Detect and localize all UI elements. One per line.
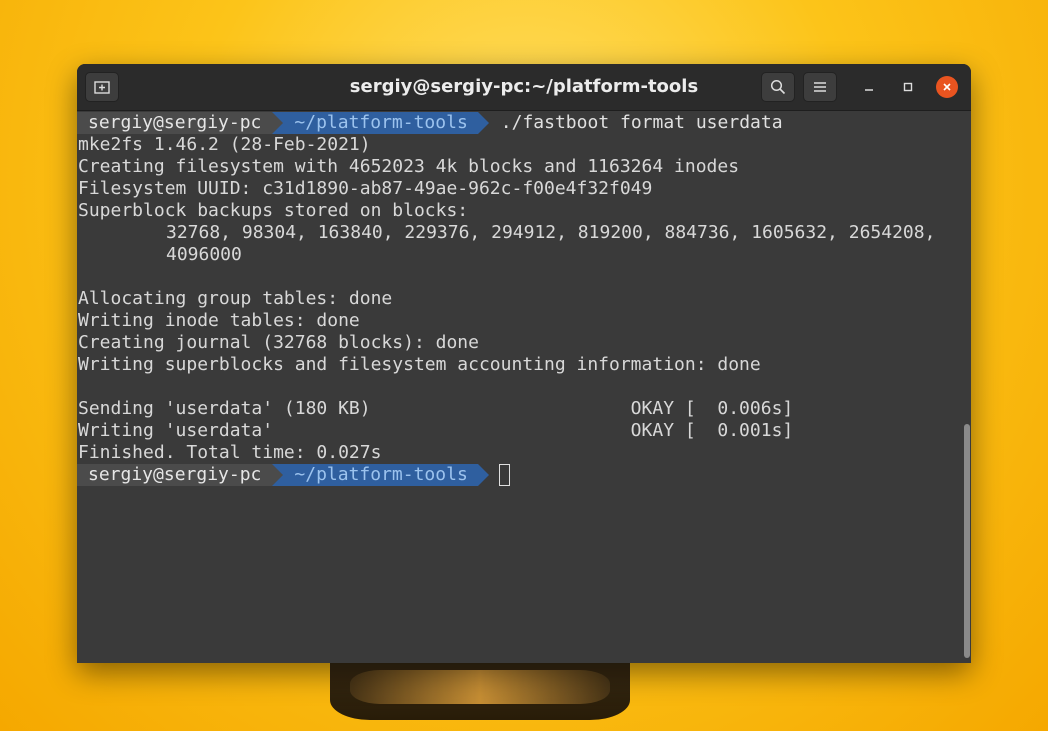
search-button[interactable]	[761, 72, 795, 102]
text-cursor	[498, 464, 510, 486]
output-line: Sending 'userdata' (180 KB) OKAY [ 0.006…	[78, 398, 794, 419]
prompt-arrow	[477, 112, 489, 134]
terminal-area[interactable]: sergiy@sergiy-pc ~/platform-tools ./fast…	[77, 111, 961, 663]
prompt-path: ~/platform-tools	[272, 464, 478, 486]
output-line: Writing superblocks and filesystem accou…	[78, 354, 761, 375]
prompt-arrow	[477, 464, 489, 486]
output-line: Allocating group tables: done	[78, 288, 393, 309]
output-line: mke2fs 1.46.2 (28-Feb-2021)	[78, 134, 371, 155]
background-object-band	[350, 670, 610, 704]
output-line: Creating filesystem with 4652023 4k bloc…	[78, 156, 740, 177]
search-icon	[770, 79, 786, 95]
scrollbar-thumb[interactable]	[964, 424, 970, 658]
prompt-line: sergiy@sergiy-pc ~/platform-tools	[77, 464, 961, 486]
scrollbar[interactable]	[961, 111, 971, 663]
output-line: Finished. Total time: 0.027s	[78, 442, 382, 463]
maximize-button[interactable]	[897, 76, 919, 98]
output-line: Writing inode tables: done	[78, 310, 360, 331]
output-line: Filesystem UUID: c31d1890-ab87-49ae-962c…	[78, 178, 653, 199]
new-tab-button[interactable]	[85, 72, 119, 102]
output-line: Creating journal (32768 blocks): done	[78, 332, 479, 353]
output-line: 32768, 98304, 163840, 229376, 294912, 81…	[166, 222, 936, 243]
terminal-window: sergiy@sergiy-pc:~/platform-tools sergiy…	[77, 64, 971, 663]
close-button[interactable]	[936, 76, 958, 98]
title-bar[interactable]: sergiy@sergiy-pc:~/platform-tools	[77, 64, 971, 111]
prompt-path: ~/platform-tools	[272, 112, 478, 134]
close-icon	[943, 83, 951, 91]
command-text: ./fastboot format userdata	[500, 112, 783, 133]
hamburger-menu-icon	[814, 82, 826, 92]
output-line: 4096000	[166, 244, 242, 265]
maximize-icon	[903, 82, 913, 92]
prompt-user: sergiy@sergiy-pc	[77, 112, 273, 134]
menu-button[interactable]	[803, 72, 837, 102]
prompt-line: sergiy@sergiy-pc ~/platform-tools ./fast…	[77, 112, 961, 134]
output-line: Superblock backups stored on blocks:	[78, 200, 469, 221]
prompt-user: sergiy@sergiy-pc	[77, 464, 273, 486]
minimize-button[interactable]	[858, 76, 880, 98]
minimize-icon	[865, 89, 873, 91]
output-line: Writing 'userdata' OKAY [ 0.001s]	[78, 420, 794, 441]
new-tab-icon	[94, 81, 110, 94]
